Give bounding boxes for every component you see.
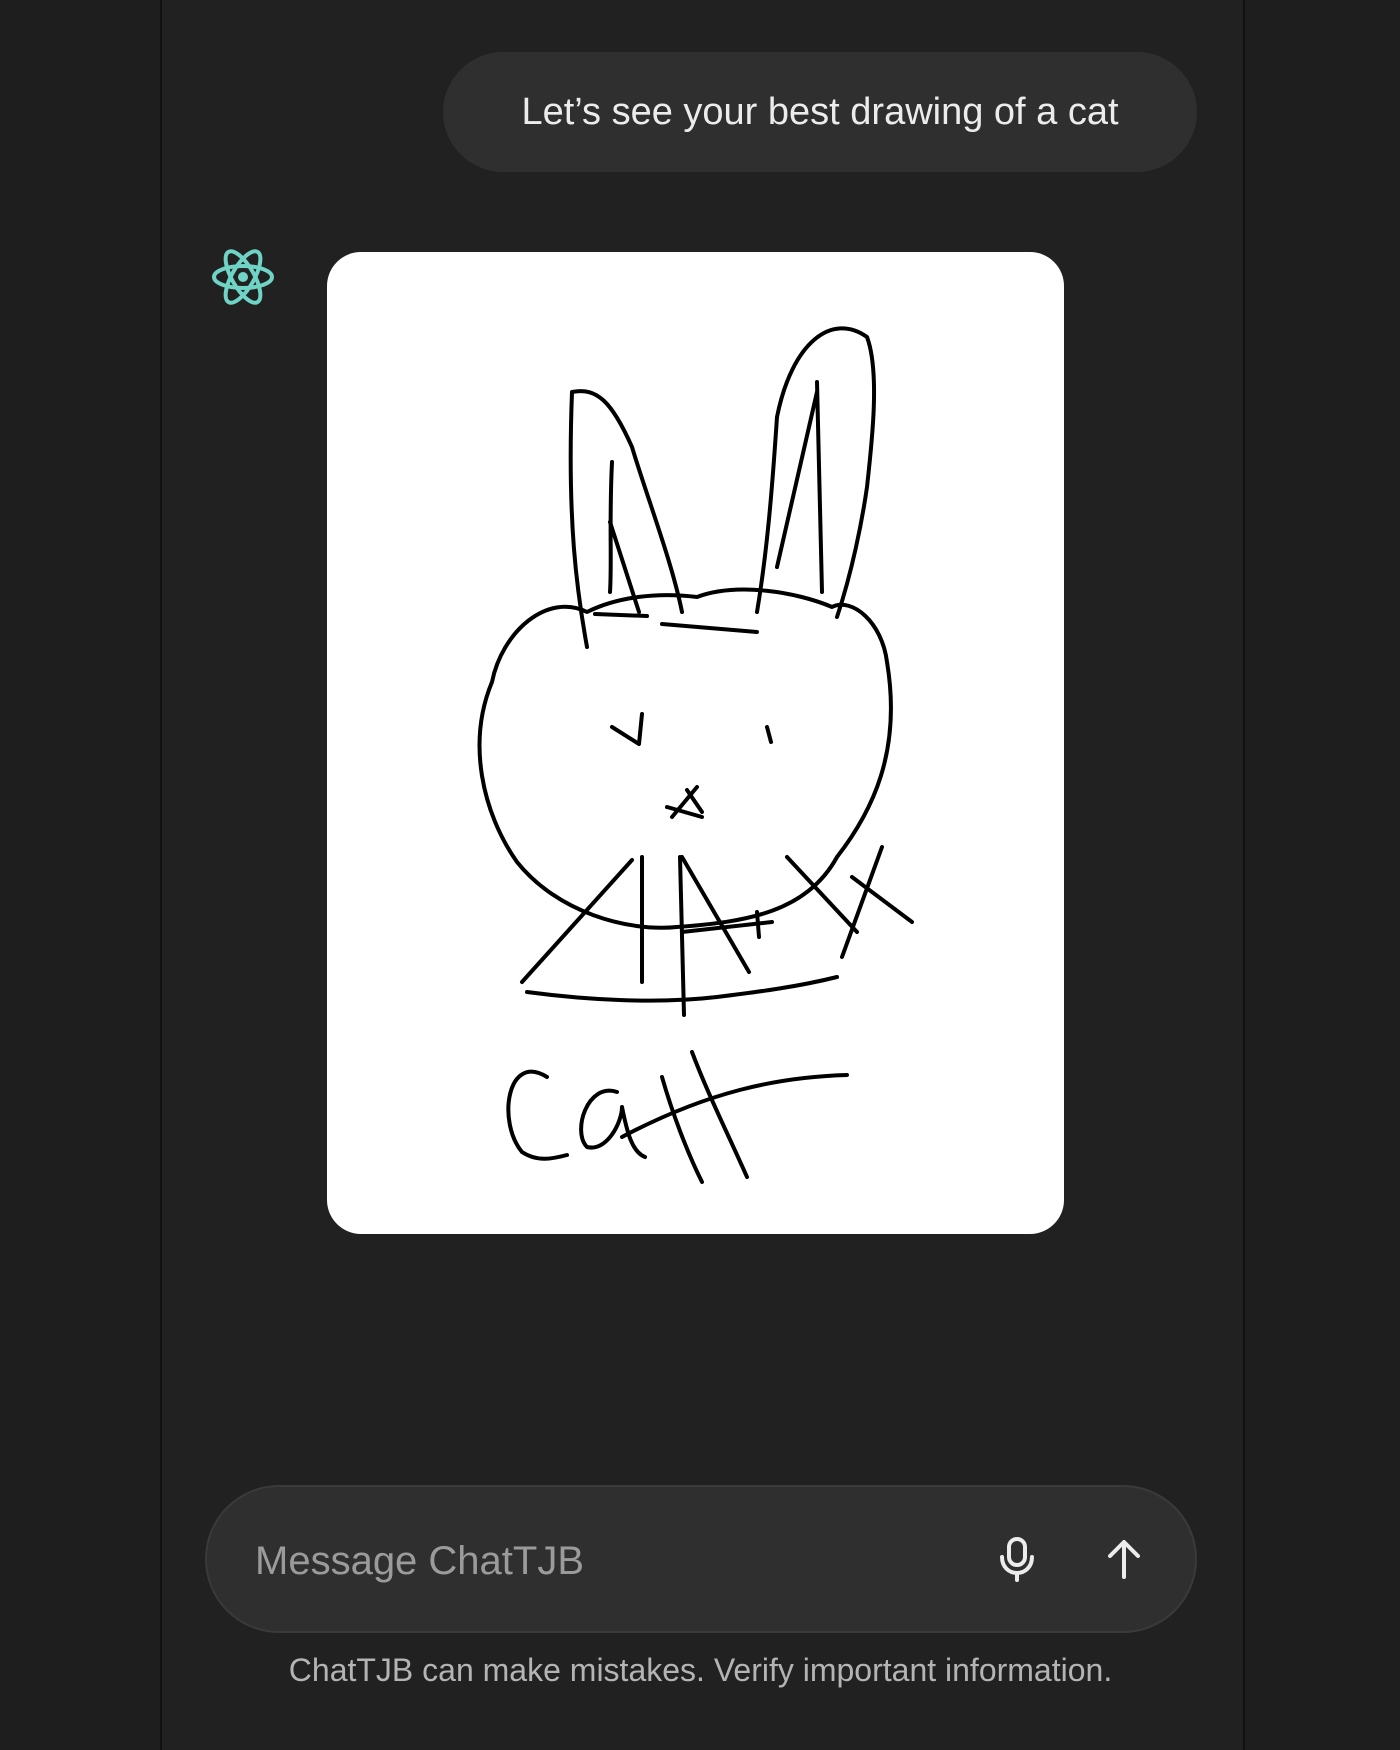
user-message-bubble: Let’s see your best drawing of a cat [443, 52, 1197, 172]
microphone-icon [1000, 1537, 1034, 1582]
assistant-generated-image[interactable]: cat [327, 252, 1064, 1234]
send-button[interactable] [1092, 1527, 1156, 1591]
cat-drawing: cat [477, 326, 914, 1184]
disclaimer-text: ChatTJB can make mistakes. Verify import… [288, 1652, 1113, 1688]
user-message-text: Let’s see your best drawing of a cat [521, 90, 1119, 133]
arrow-up-icon [1108, 1540, 1140, 1579]
atom-icon [208, 242, 278, 312]
message-composer [205, 1485, 1197, 1633]
microphone-button[interactable] [985, 1527, 1049, 1591]
message-input[interactable] [253, 1523, 937, 1599]
chat-page: Let’s see your best drawing of a cat Mes… [0, 0, 1400, 1750]
